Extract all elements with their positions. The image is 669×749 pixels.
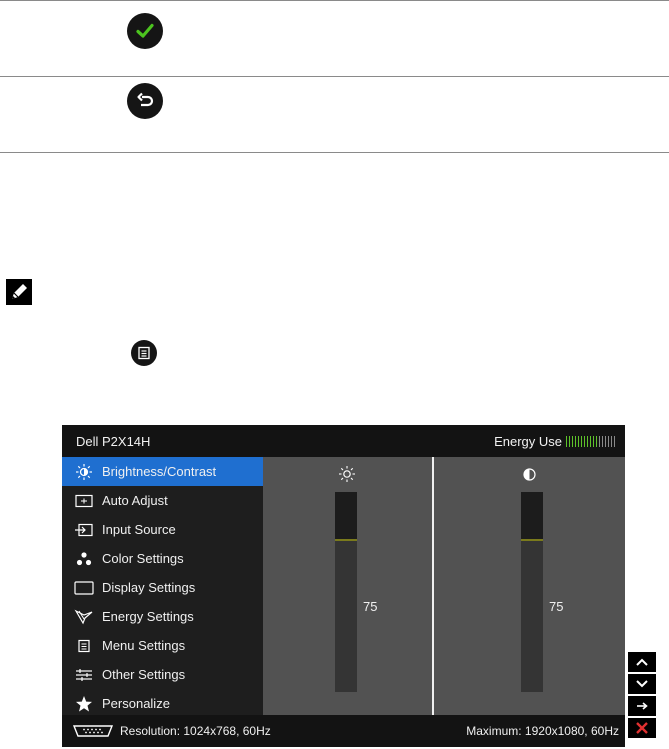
back-button[interactable] — [127, 83, 163, 119]
table-top-border — [0, 0, 669, 1]
energy-bar-segment — [602, 436, 603, 447]
menu-item-input-source[interactable]: Input Source — [62, 515, 263, 544]
right-button[interactable] — [628, 696, 656, 716]
energy-use-label: Energy Use — [494, 434, 562, 449]
osd-footer: Resolution: 1024x768, 60Hz Maximum: 1920… — [62, 715, 625, 747]
exit-button[interactable] — [628, 718, 656, 738]
auto-adjust-icon — [74, 493, 94, 509]
osd-window: Dell P2X14H Energy Use Brightness/Contra… — [62, 425, 625, 747]
checkmark-icon — [136, 23, 154, 38]
down-button[interactable] — [628, 674, 656, 694]
menu-item-label: Personalize — [102, 696, 170, 711]
menu-settings-icon — [74, 638, 94, 654]
menu-item-label: Brightness/Contrast — [102, 464, 217, 479]
vga-connector-icon — [72, 725, 114, 737]
menu-item-other-settings[interactable]: Other Settings — [62, 660, 263, 689]
menu-button[interactable] — [131, 340, 157, 366]
energy-bar-segment — [581, 436, 582, 447]
menu-icon — [138, 346, 150, 360]
energy-bar-segment — [611, 436, 612, 447]
other-settings-icon — [74, 667, 94, 683]
contrast-value: 75 — [549, 599, 564, 614]
menu-item-energy-settings[interactable]: Energy Settings — [62, 602, 263, 631]
energy-bar-segment — [572, 436, 573, 447]
contrast-slider[interactable] — [521, 492, 543, 692]
menu-item-menu-settings[interactable]: Menu Settings — [62, 631, 263, 660]
brightness-value: 75 — [363, 599, 378, 614]
osd-header: Dell P2X14H Energy Use — [62, 425, 625, 457]
table-divider — [0, 76, 669, 77]
menu-item-label: Other Settings — [102, 667, 186, 682]
energy-bar-segment — [587, 436, 588, 447]
menu-item-display-settings[interactable]: Display Settings — [62, 573, 263, 602]
brightness-slider[interactable] — [335, 492, 357, 692]
contrast-icon — [523, 468, 536, 481]
display-settings-icon — [74, 580, 94, 596]
menu-item-color-settings[interactable]: Color Settings — [62, 544, 263, 573]
energy-bar-segment — [593, 436, 594, 447]
energy-use-meter — [566, 436, 617, 447]
back-arrow-icon — [137, 92, 154, 107]
up-button[interactable] — [628, 652, 656, 672]
brightness-panel: 75 — [263, 457, 432, 715]
menu-item-personalize[interactable]: Personalize — [62, 689, 263, 718]
brightness-icon — [74, 463, 94, 480]
monitor-model: Dell P2X14H — [76, 434, 151, 449]
up-arrow-icon — [636, 658, 648, 666]
menu-item-label: Menu Settings — [102, 638, 186, 653]
menu-item-brightness-contrast[interactable]: Brightness/Contrast — [62, 457, 263, 486]
energy-bar-segment — [578, 436, 579, 447]
contrast-panel: 75 — [434, 457, 625, 715]
energy-settings-icon — [74, 609, 94, 625]
menu-item-label: Display Settings — [102, 580, 196, 595]
right-arrow-icon — [637, 702, 648, 710]
menu-item-label: Energy Settings — [102, 609, 194, 624]
star-icon — [74, 695, 94, 712]
energy-bar-segment — [599, 436, 600, 447]
current-resolution: Resolution: 1024x768, 60Hz — [120, 724, 271, 738]
table-bottom-border — [0, 152, 669, 153]
energy-bar-segment — [605, 436, 606, 447]
down-arrow-icon — [636, 680, 648, 688]
menu-item-auto-adjust[interactable]: Auto Adjust — [62, 486, 263, 515]
sun-icon — [339, 466, 355, 482]
energy-bar-segment — [566, 436, 567, 447]
energy-bar-segment — [575, 436, 576, 447]
menu-item-label: Color Settings — [102, 551, 184, 566]
menu-item-label: Input Source — [102, 522, 176, 537]
input-source-icon — [74, 522, 94, 538]
energy-bar-segment — [569, 436, 570, 447]
maximum-resolution: Maximum: 1920x1080, 60Hz — [466, 724, 619, 738]
energy-bar-segment — [590, 436, 591, 447]
menu-item-label: Auto Adjust — [102, 493, 168, 508]
energy-bar-segment — [596, 436, 597, 447]
energy-bar-segment — [614, 436, 615, 447]
energy-use-indicator: Energy Use — [494, 434, 617, 449]
energy-bar-segment — [584, 436, 585, 447]
energy-bar-segment — [608, 436, 609, 447]
osd-menu: Brightness/Contrast Auto Adjust Input Sour… — [62, 457, 263, 715]
check-button[interactable] — [127, 13, 163, 49]
color-settings-icon — [74, 551, 94, 567]
exit-icon — [636, 722, 648, 734]
pencil-note-icon — [6, 279, 32, 305]
